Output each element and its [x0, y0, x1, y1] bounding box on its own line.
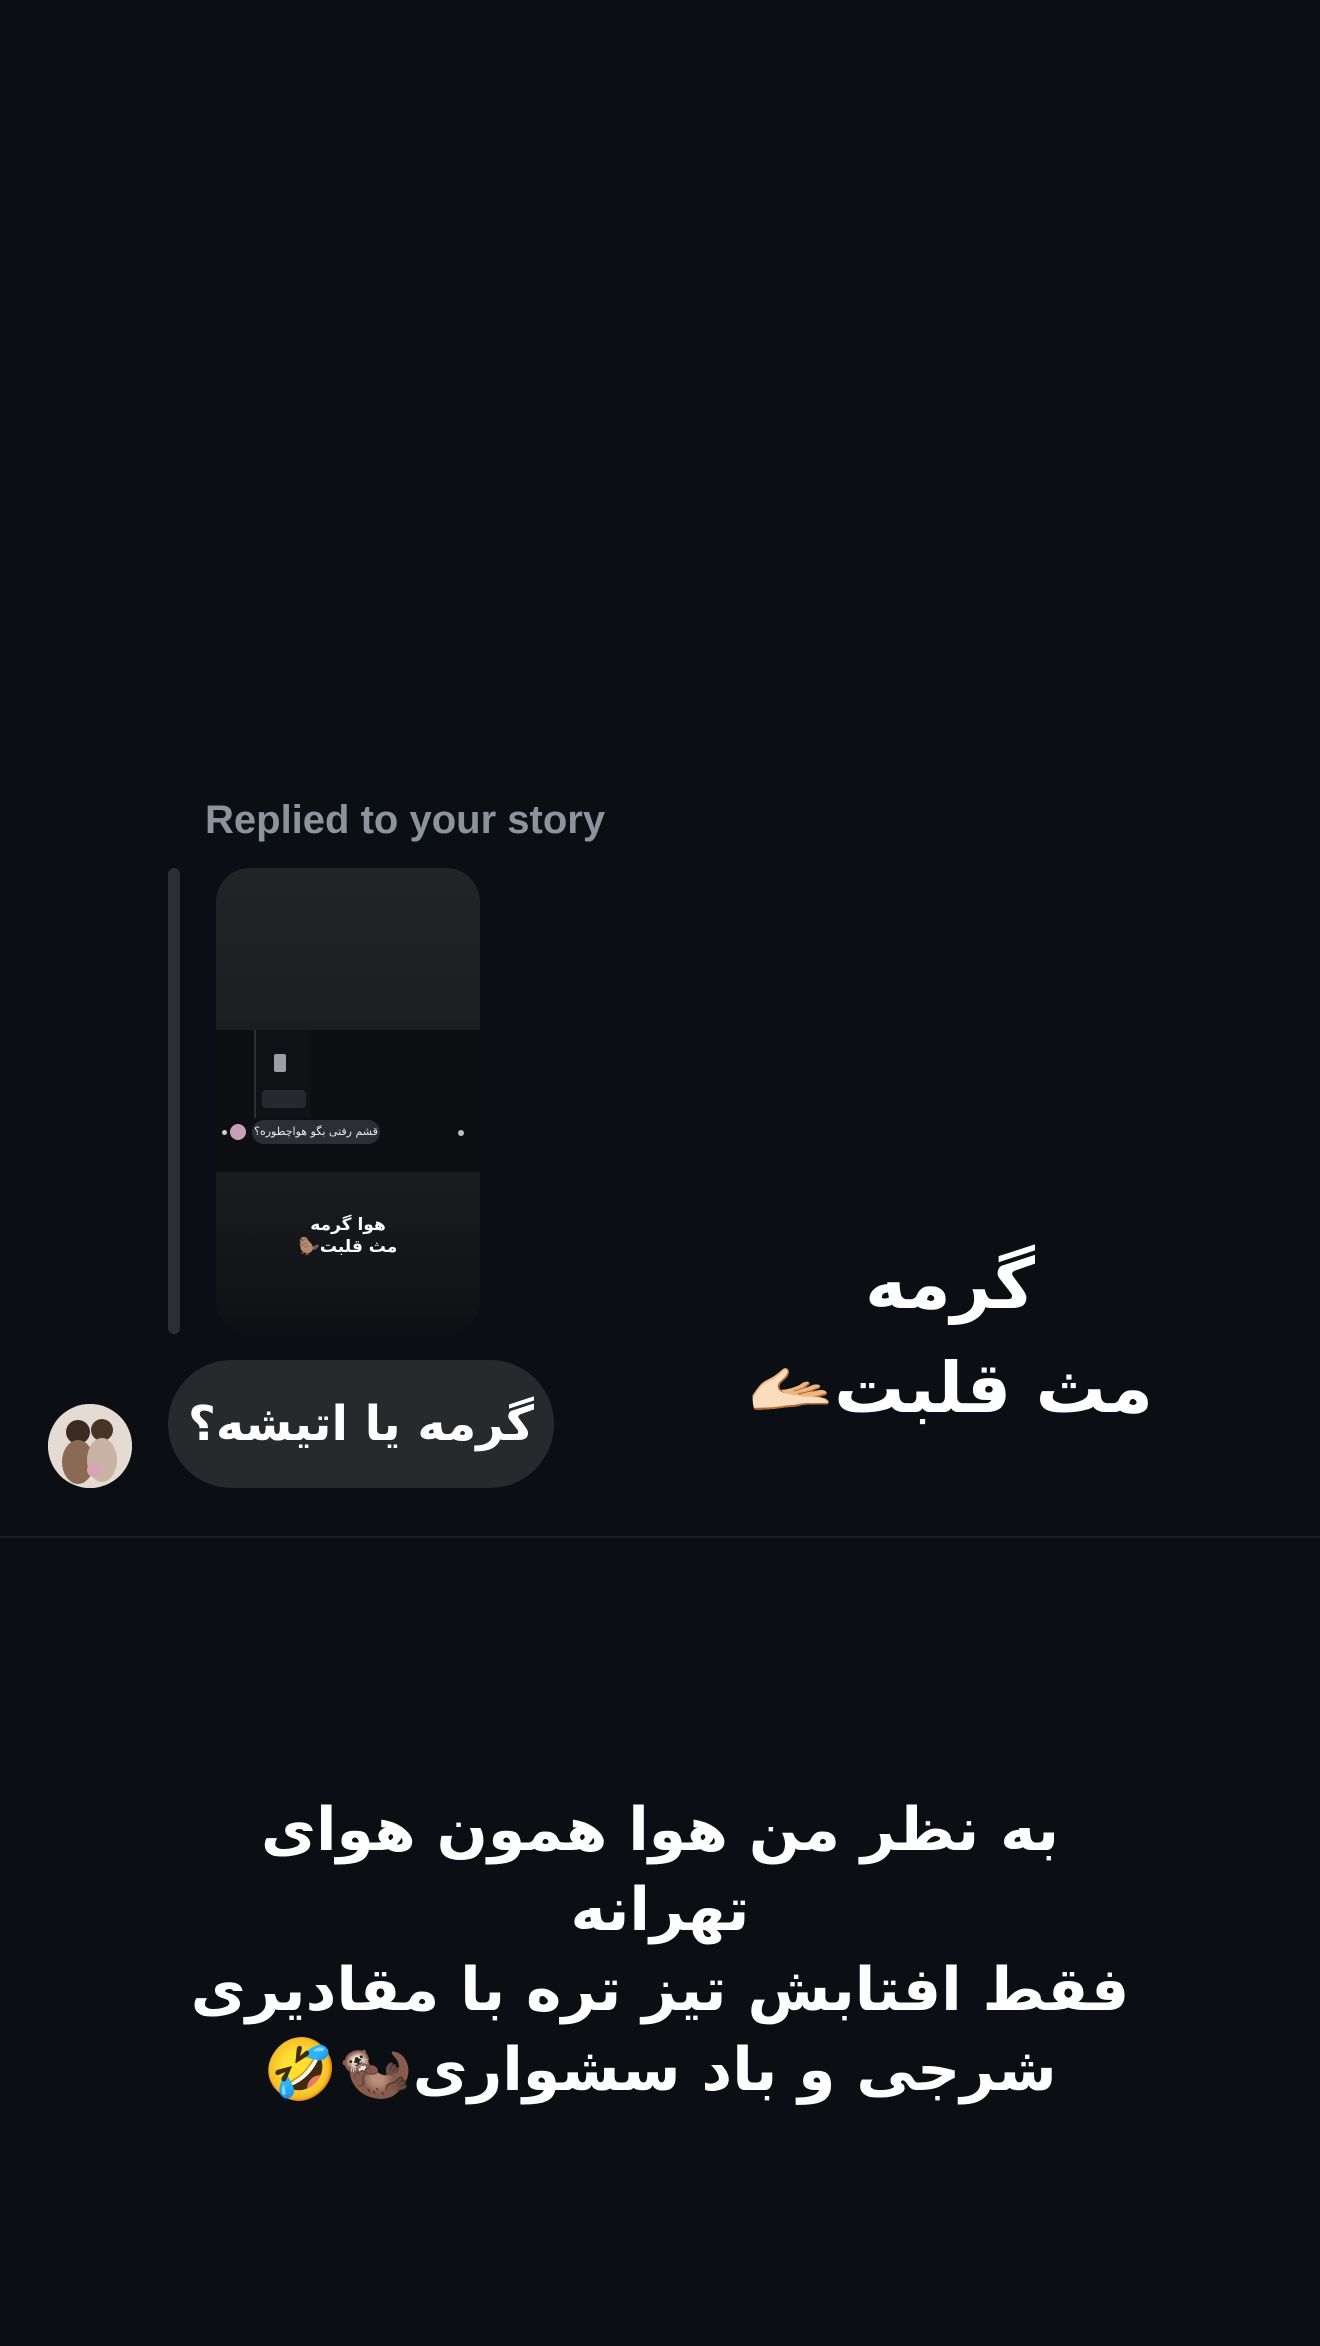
story-preview-inner-screenshot — [254, 1030, 310, 1118]
story-preview-question: قشم رفتی بگو هواچطوره؟ — [252, 1120, 380, 1144]
reply-quote-bar — [168, 868, 180, 1334]
post-text-line2: تهرانه — [570, 1875, 750, 1945]
post-text: به نظر من هوا همون هوای تهرانه فقط افتاب… — [160, 1790, 1160, 2110]
post-text-line4: شرجی و باد سشواری🦦🤣 — [263, 2035, 1057, 2105]
post-text-line3: فقط افتابش تیز تره با مقادیری — [190, 1955, 1130, 2025]
story-caption-line2: مث قلبت🫴🏻 — [746, 1347, 1154, 1429]
story-caption: گرمه مث قلبت🫴🏻 — [720, 1232, 1180, 1440]
story-preview-top — [216, 868, 480, 1030]
dot-icon — [458, 1130, 464, 1136]
story-preview-caption-line1: هوا گرمه — [310, 1215, 386, 1235]
post-text-line1: به نظر من هوا همون هوای — [260, 1795, 1060, 1865]
story-caption-line1: گرمه — [864, 1243, 1036, 1325]
story-preview-avatar — [230, 1124, 246, 1140]
story-preview-bottom: هوا گرمه مث قلبت🦫 — [216, 1172, 480, 1334]
story-preview-thumbnail[interactable]: قشم رفتی بگو هواچطوره؟ هوا گرمه مث قلبت🦫 — [216, 868, 480, 1334]
avatar[interactable] — [48, 1404, 132, 1488]
story-preview-inner-image — [274, 1054, 286, 1072]
story-preview-question-row: قشم رفتی بگو هواچطوره؟ — [222, 1120, 472, 1144]
dot-icon — [222, 1130, 227, 1135]
avatar-photo — [48, 1404, 132, 1488]
story-preview-caption: هوا گرمه مث قلبت🦫 — [216, 1214, 480, 1258]
divider — [0, 1536, 1320, 1538]
message-bubble[interactable]: گرمه یا اتیشه؟ — [168, 1360, 554, 1488]
replied-to-story-label: Replied to your story — [205, 798, 606, 842]
story-preview-inner-box — [262, 1090, 306, 1108]
story-preview-caption-line2: مث قلبت🦫 — [298, 1237, 398, 1257]
